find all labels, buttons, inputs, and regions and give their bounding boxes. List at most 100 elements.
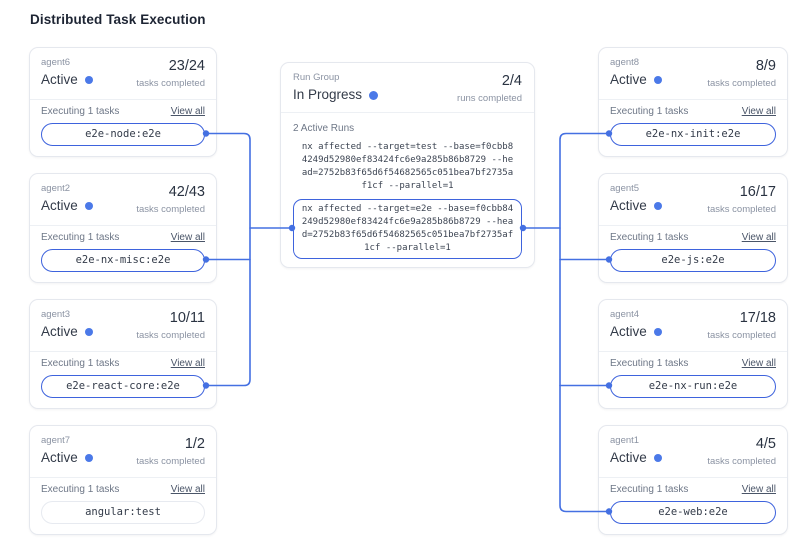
task-pill: e2e-js:e2e [610,249,776,272]
executing-tasks-label: Executing 1 tasks [610,232,688,244]
executing-tasks-label: Executing 1 tasks [41,232,119,244]
view-all-link[interactable]: View all [171,484,205,496]
agent-card-header: agent6 Active 23/24 tasks completed [30,48,216,100]
agent-card-body: Executing 1 tasks View all e2e-js:e2e [599,226,787,272]
active-status-dot [85,202,93,210]
agent-status-text: Active [41,449,78,467]
agent-card-header: agent3 Active 10/11 tasks completed [30,300,216,352]
task-name: angular:test [85,506,161,518]
runs-completed-caption: runs completed [457,93,522,105]
active-status-dot [654,202,662,210]
view-all-link[interactable]: View all [742,106,776,118]
agent-card-header: agent7 Active 1/2 tasks completed [30,426,216,478]
agent-card-agent6: agent6 Active 23/24 tasks completed Exec… [29,47,217,157]
view-all-link[interactable]: View all [171,232,205,244]
in-progress-status-dot [369,91,378,100]
tasks-fraction: 23/24 [136,58,205,74]
tasks-completed-caption: tasks completed [136,456,205,468]
page-title: Distributed Task Execution [30,12,206,27]
tasks-completed-caption: tasks completed [707,330,776,342]
agent-card-header: agent8 Active 8/9 tasks completed [599,48,787,100]
tasks-completed-caption: tasks completed [707,78,776,90]
active-status-dot [654,76,662,84]
executing-tasks-label: Executing 1 tasks [610,106,688,118]
agent-name: agent8 [610,57,662,69]
view-all-link[interactable]: View all [171,358,205,370]
agent-name: agent1 [610,435,662,447]
agents-left-column: agent6 Active 23/24 tasks completed Exec… [29,47,217,549]
agent-status: Active [610,449,662,467]
task-name: e2e-react-core:e2e [66,380,180,392]
agent-name: agent5 [610,183,662,195]
agent-status-text: Active [610,71,647,89]
task-name: e2e-js:e2e [661,254,724,266]
task-pill: e2e-web:e2e [610,501,776,524]
task-name: e2e-nx-misc:e2e [76,254,171,266]
agent-card-agent5: agent5 Active 16/17 tasks completed Exec… [598,173,788,283]
view-all-link[interactable]: View all [171,106,205,118]
tasks-fraction: 10/11 [136,310,205,326]
agent-status-text: Active [610,449,647,467]
agent-card-agent2: agent2 Active 42/43 tasks completed Exec… [29,173,217,283]
agent-status: Active [41,449,93,467]
agent-card-body: Executing 1 tasks View all e2e-nx-run:e2… [599,352,787,398]
run-command-highlighted: nx affected --target=e2e --base=f0cbb842… [293,199,522,259]
agent-card-body: Executing 1 tasks View all e2e-react-cor… [30,352,216,398]
runs-fraction: 2/4 [457,73,522,89]
executing-tasks-label: Executing 1 tasks [610,484,688,496]
agent-card-agent8: agent8 Active 8/9 tasks completed Execut… [598,47,788,157]
run-group-body: 2 Active Runs nx affected --target=test … [281,113,534,267]
tasks-completed-caption: tasks completed [707,456,776,468]
tasks-fraction: 1/2 [136,436,205,452]
agent-status: Active [41,71,93,89]
task-pill: e2e-react-core:e2e [41,375,205,398]
run-group-header: Run Group In Progress 2/4 runs completed [281,63,534,113]
agent-card-header: agent4 Active 17/18 tasks completed [599,300,787,352]
agent-status: Active [610,197,662,215]
agent-status: Active [41,197,93,215]
tasks-completed-caption: tasks completed [707,204,776,216]
active-status-dot [654,328,662,336]
active-status-dot [85,76,93,84]
task-pill: angular:test [41,501,205,524]
active-runs-label: 2 Active Runs [293,123,522,135]
task-pill: e2e-node:e2e [41,123,205,146]
agent-card-agent4: agent4 Active 17/18 tasks completed Exec… [598,299,788,409]
agent-status-text: Active [610,323,647,341]
executing-tasks-label: Executing 1 tasks [41,106,119,118]
agent-name: agent7 [41,435,93,447]
agent-status: Active [41,323,93,341]
executing-tasks-label: Executing 1 tasks [610,358,688,370]
agent-status: Active [610,323,662,341]
active-status-dot [654,454,662,462]
view-all-link[interactable]: View all [742,358,776,370]
task-pill: e2e-nx-init:e2e [610,123,776,146]
agent-card-body: Executing 1 tasks View all e2e-nx-init:e… [599,100,787,146]
agent-card-body: Executing 1 tasks View all angular:test [30,478,216,524]
task-name: e2e-nx-init:e2e [646,128,741,140]
agent-card-body: Executing 1 tasks View all e2e-nx-misc:e… [30,226,216,272]
view-all-link[interactable]: View all [742,484,776,496]
agent-status-text: Active [41,71,78,89]
agent-name: agent2 [41,183,93,195]
executing-tasks-label: Executing 1 tasks [41,358,119,370]
active-status-dot [85,328,93,336]
active-status-dot [85,454,93,462]
agent-status: Active [610,71,662,89]
run-group-card: Run Group In Progress 2/4 runs completed… [280,62,535,268]
agent-name: agent6 [41,57,93,69]
run-command: nx affected --target=test --base=f0cbb84… [293,140,522,194]
view-all-link[interactable]: View all [742,232,776,244]
run-group-label: Run Group [293,72,378,84]
agent-status-text: Active [610,197,647,215]
agent-name: agent3 [41,309,93,321]
run-group-status-text: In Progress [293,86,362,104]
agent-card-header: agent5 Active 16/17 tasks completed [599,174,787,226]
task-name: e2e-web:e2e [658,506,728,518]
tasks-fraction: 8/9 [707,58,776,74]
task-pill: e2e-nx-run:e2e [610,375,776,398]
agent-card-body: Executing 1 tasks View all e2e-node:e2e [30,100,216,146]
agent-status-text: Active [41,197,78,215]
distributed-task-execution-view: Distributed Task Execution agent6 Active… [0,0,800,549]
agent-card-agent7: agent7 Active 1/2 tasks completed Execut… [29,425,217,535]
